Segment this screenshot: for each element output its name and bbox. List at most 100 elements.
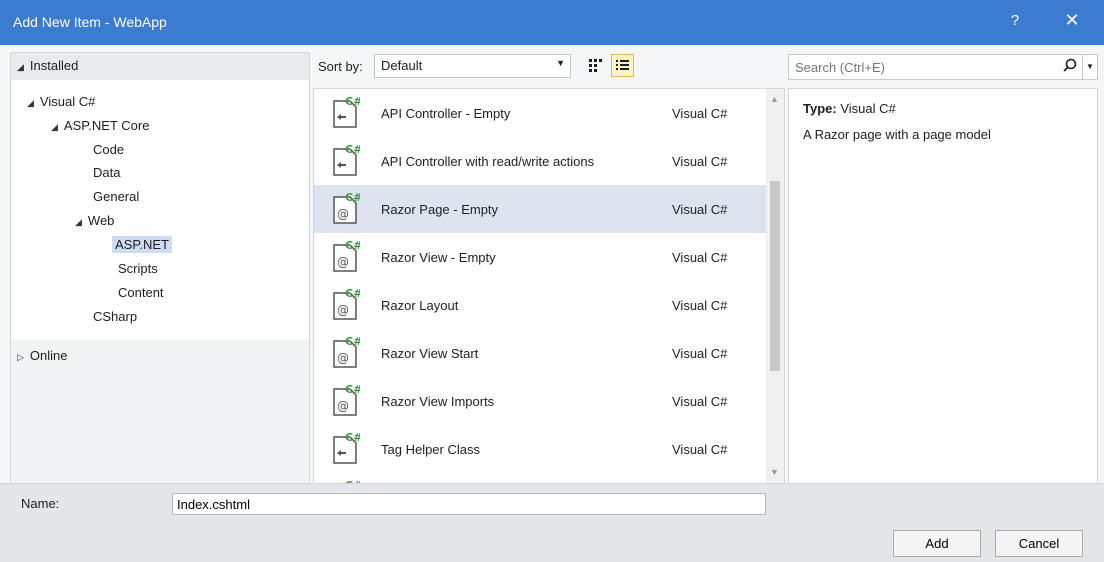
expanded-triangle-icon: ◢	[75, 217, 82, 227]
search-icon[interactable]	[1061, 57, 1079, 75]
razor-file-icon: @ C#	[333, 191, 360, 224]
tree-item-visual-csharp[interactable]: ◢ Visual C#	[27, 94, 95, 109]
tree-item-installed[interactable]: ◢ Installed	[17, 58, 78, 73]
svg-text:C#: C#	[345, 383, 360, 396]
svg-text:@: @	[337, 207, 349, 221]
razor-file-icon: @ C#	[333, 287, 360, 320]
expanded-triangle-icon: ◢	[27, 98, 34, 108]
template-name: Razor View Imports	[381, 394, 495, 409]
expanded-triangle-icon: ◢	[51, 122, 58, 132]
collapsed-triangle-icon: ▷	[17, 352, 24, 362]
template-list: C# API Controller - Empty Visual C# C# A…	[313, 88, 785, 485]
search-input[interactable]	[793, 58, 1057, 76]
svg-text:C#: C#	[345, 191, 360, 204]
template-row[interactable]: C# Tag Helper Class Visual C#	[314, 425, 766, 473]
tree-item-label: Web	[87, 213, 115, 228]
svg-text:C#: C#	[345, 335, 360, 348]
template-name: Razor View - Empty	[381, 250, 496, 265]
template-language: Visual C#	[672, 394, 728, 409]
razor-file-icon: @ C#	[333, 383, 360, 416]
razor-file-icon: @ C#	[333, 335, 360, 368]
footer: Name: Add Cancel	[0, 483, 1104, 562]
template-row[interactable]: C# API Controller - Empty Visual C#	[314, 89, 766, 137]
svg-text:@: @	[337, 399, 349, 413]
template-name: Tag Helper Class	[381, 442, 480, 457]
online-section: ▷ Online	[11, 340, 309, 484]
tree-item-data[interactable]: Data	[93, 165, 120, 180]
template-row-selected[interactable]: @ C# Razor Page - Empty Visual C#	[314, 185, 766, 233]
installed-header[interactable]: ◢ Installed	[11, 53, 309, 80]
template-name: API Controller - Empty	[381, 106, 511, 121]
tree-item-web[interactable]: ◢ Web	[75, 213, 114, 228]
sort-toolbar: Sort by: Default ▼	[313, 52, 783, 80]
grid-view-button[interactable]	[584, 54, 606, 76]
template-language: Visual C#	[672, 298, 728, 313]
category-tree: ◢ Installed ◢ Visual C# ◢ ASP.NET Core Code…	[10, 52, 310, 485]
svg-text:@: @	[337, 351, 349, 365]
template-language: Visual C#	[672, 250, 728, 265]
tree-item-online[interactable]: ▷ Online	[17, 348, 68, 363]
details-panel: Type: Visual C# A Razor page with a page…	[788, 88, 1098, 485]
svg-text:C#: C#	[345, 287, 360, 300]
svg-text:C#: C#	[345, 239, 360, 252]
svg-text:C#: C#	[345, 431, 360, 444]
search-box: ▼	[788, 54, 1098, 80]
scroll-up-arrow-icon[interactable]: ▲	[770, 94, 779, 104]
list-view-button[interactable]	[611, 54, 634, 77]
template-language: Visual C#	[672, 202, 728, 217]
class-file-icon: C#	[333, 143, 360, 176]
chevron-down-icon: ▼	[556, 58, 565, 68]
sort-label: Sort by:	[318, 59, 363, 74]
title-bar: Add New Item - WebApp ? ✕	[0, 0, 1104, 45]
template-name: Razor View Start	[381, 346, 479, 361]
template-row[interactable]: @ C# Razor View Imports Visual C#	[314, 377, 766, 425]
tree-item-label: ASP.NET Core	[63, 118, 150, 133]
add-new-item-dialog: Add New Item - WebApp ? ✕ ◢ Installed ◢ Vi…	[0, 0, 1104, 562]
svg-text:C#: C#	[345, 143, 360, 156]
help-button[interactable]: ?	[1006, 12, 1024, 29]
name-field[interactable]	[172, 493, 766, 515]
search-options-dropdown[interactable]: ▼	[1082, 55, 1097, 79]
type-label: Type:	[803, 101, 837, 116]
type-line: Type: Visual C#	[803, 101, 896, 116]
template-name: API Controller with read/write actions	[381, 154, 595, 169]
template-row[interactable]: @ C# Razor View Start Visual C#	[314, 329, 766, 377]
template-row[interactable]: @ C# Razor Layout Visual C#	[314, 281, 766, 329]
template-row[interactable]: @ C# Razor View - Empty Visual C#	[314, 233, 766, 281]
template-description: A Razor page with a page model	[803, 127, 991, 142]
scrollbar-thumb[interactable]	[770, 181, 780, 371]
template-name: Razor Layout	[381, 298, 459, 313]
add-button[interactable]: Add	[893, 530, 981, 557]
class-file-icon: C#	[333, 431, 360, 464]
sort-value: Default	[381, 58, 423, 73]
template-language: Visual C#	[672, 346, 728, 361]
grid-view-icon	[589, 59, 602, 72]
tree-item-csharp[interactable]: CSharp	[93, 309, 137, 324]
template-language: Visual C#	[672, 106, 728, 121]
template-language: Visual C#	[672, 154, 728, 169]
tree-item-aspnet[interactable]: ASP.NET	[112, 236, 172, 253]
sort-dropdown[interactable]: Default ▼	[374, 54, 571, 78]
close-button[interactable]: ✕	[1060, 10, 1084, 31]
list-view-icon	[616, 60, 629, 70]
razor-file-icon: @ C#	[333, 239, 360, 272]
template-row[interactable]: C# API Controller with read/write action…	[314, 137, 766, 185]
cancel-button[interactable]: Cancel	[995, 530, 1083, 557]
svg-text:C#: C#	[345, 95, 360, 108]
type-value: Visual C#	[840, 101, 896, 116]
tree-item-code[interactable]: Code	[93, 142, 124, 157]
template-list-scrollbar[interactable]: ▲ ▼	[766, 89, 784, 484]
scroll-down-arrow-icon[interactable]: ▼	[770, 467, 779, 477]
tree-item-general[interactable]: General	[93, 189, 139, 204]
tree-item-aspnet-core[interactable]: ◢ ASP.NET Core	[51, 118, 149, 133]
tree-item-label: Visual C#	[39, 94, 96, 109]
tree-item-label: Online	[29, 348, 68, 363]
tree-item-label: Installed	[29, 58, 79, 73]
expanded-triangle-icon: ◢	[17, 62, 24, 72]
template-name: Razor Page - Empty	[381, 202, 499, 217]
tree-item-content[interactable]: Content	[118, 285, 164, 300]
template-language: Visual C#	[672, 442, 728, 457]
name-label: Name:	[21, 496, 60, 511]
window-title: Add New Item - WebApp	[13, 14, 167, 30]
tree-item-scripts[interactable]: Scripts	[118, 261, 158, 276]
